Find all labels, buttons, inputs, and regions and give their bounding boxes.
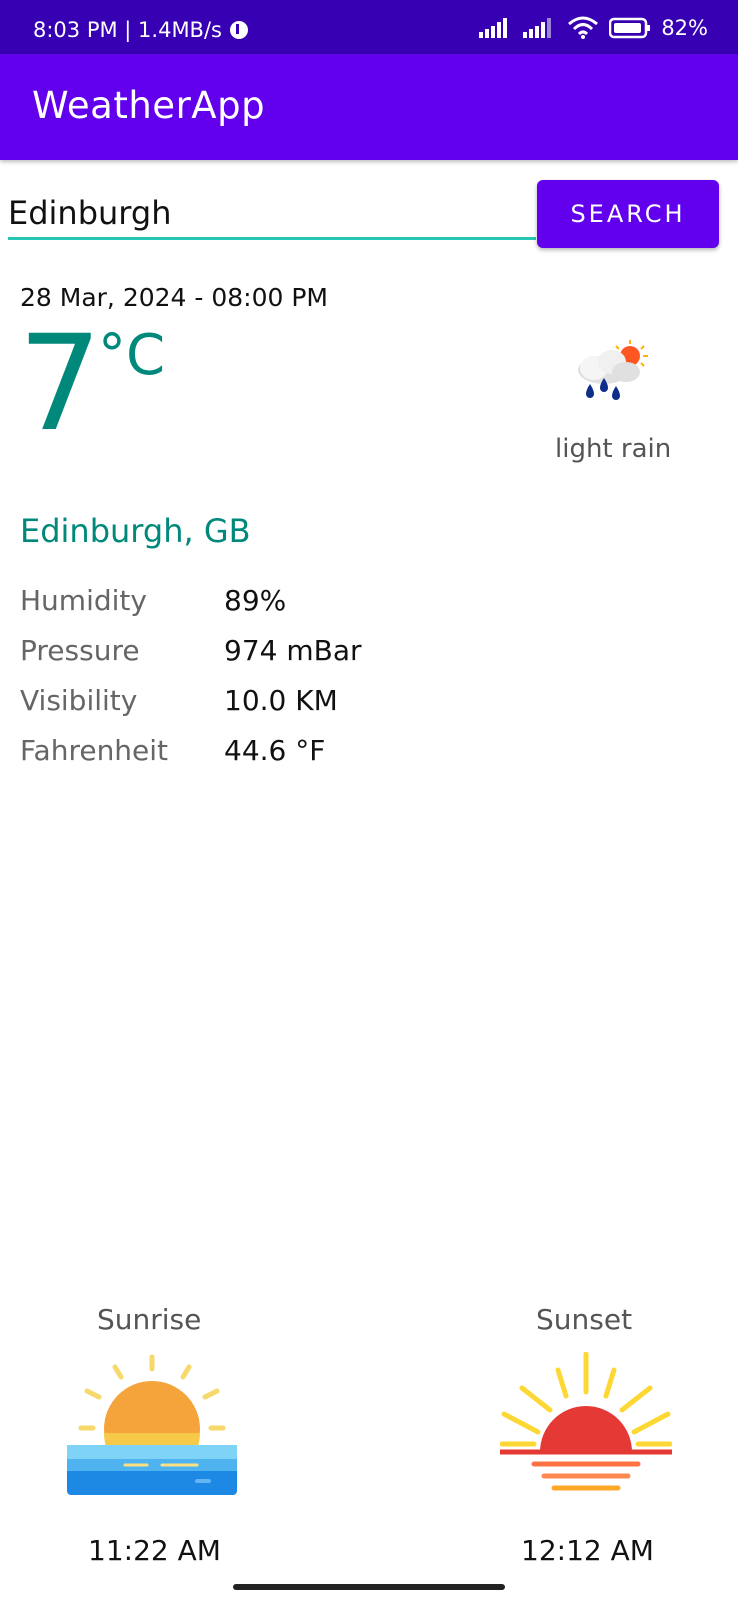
search-button[interactable]: SEARCH [537, 180, 719, 248]
detail-row-pressure: Pressure 974 mBar [20, 625, 362, 675]
status-bar: 8:03 PM | 1.4MB/s 82% [0, 0, 738, 54]
city-search-input[interactable] [8, 188, 536, 240]
battery-icon [609, 17, 651, 39]
wifi-icon [568, 16, 599, 39]
weather-details: Humidity 89% Pressure 974 mBar Visibilit… [20, 575, 362, 775]
detail-label: Visibility [20, 683, 138, 717]
temperature-value: 7 [18, 307, 102, 461]
status-time-speed: 8:03 PM | 1.4MB/s [33, 18, 222, 42]
app-bar: WeatherApp [0, 54, 738, 160]
detail-value: 10.0 KM [224, 683, 338, 717]
sunrise-label: Sunrise [97, 1303, 202, 1336]
weather-condition: light rain [555, 434, 672, 464]
detail-label: Fahrenheit [20, 733, 169, 767]
rain-cloud-sun-icon [578, 340, 648, 400]
detail-row-humidity: Humidity 89% [20, 575, 362, 625]
status-right: 82% [479, 16, 708, 40]
sunrise-icon [67, 1354, 237, 1495]
sunset-time: 12:12 AM [521, 1534, 654, 1567]
detail-row-fahrenheit: Fahrenheit 44.6 °F [20, 725, 362, 775]
signal-icon-2 [523, 18, 552, 38]
detail-label: Pressure [20, 633, 140, 667]
status-left: 8:03 PM | 1.4MB/s [33, 18, 250, 42]
notification-icon [229, 21, 248, 39]
sunset-label: Sunset [536, 1303, 633, 1336]
temperature-unit: °C [98, 323, 166, 388]
detail-value: 974 mBar [224, 633, 362, 667]
sunrise-time: 11:22 AM [88, 1534, 221, 1567]
detail-row-visibility: Visibility 10.0 KM [20, 675, 362, 725]
location-name: Edinburgh, GB [20, 512, 251, 550]
detail-value: 89% [224, 583, 287, 617]
signal-icon [479, 18, 508, 38]
detail-value: 44.6 °F [224, 733, 326, 767]
gesture-nav-handle[interactable] [233, 1584, 505, 1590]
app-title: WeatherApp [32, 84, 266, 127]
battery-level: 82% [661, 16, 708, 40]
detail-label: Humidity [20, 583, 147, 617]
